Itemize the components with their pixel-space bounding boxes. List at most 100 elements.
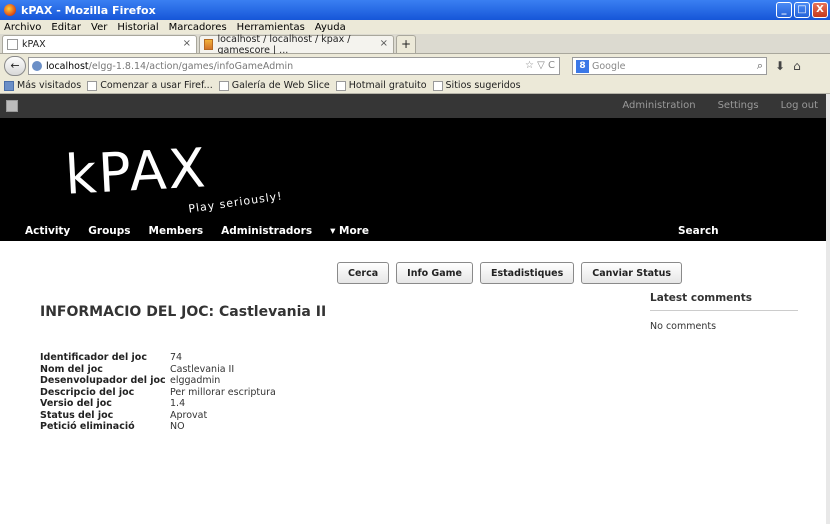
menu-bar: Archivo Editar Ver Historial Marcadores …	[0, 20, 830, 34]
tab-strip: kPAX × localhost / localhost / kpax / ga…	[0, 33, 830, 56]
url-host: localhost	[46, 60, 89, 72]
search-placeholder: Google	[592, 60, 626, 72]
info-value: Aprovat	[170, 409, 208, 421]
tab-label: localhost / localhost / kpax / gamescore…	[217, 33, 351, 56]
minimize-button[interactable]: _	[776, 2, 792, 18]
nav-more[interactable]: ▾ More	[330, 225, 369, 237]
bookmark-page-icon	[432, 80, 443, 91]
bookmark-item[interactable]: Hotmail gratuito	[335, 80, 427, 91]
phpmyadmin-favicon-icon	[204, 39, 214, 50]
info-row: Identificador del joc 74	[40, 352, 276, 364]
info-label: Desenvolupador del joc	[40, 375, 166, 386]
bookmark-label: Sitios sugeridos	[445, 80, 521, 91]
url-path: /elgg-1.8.14/action/games/infoGameAdmin	[88, 60, 294, 72]
info-label: Status del joc	[40, 409, 114, 421]
topbar-links: Administration Settings Log out	[622, 100, 818, 111]
page-content: Administration Settings Log out kPAX Pla…	[0, 94, 826, 524]
game-actions: Cerca Info Game Estadistiques Canviar St…	[337, 262, 683, 284]
tab-phpmyadmin[interactable]: localhost / localhost / kpax / gamescore…	[199, 33, 394, 56]
info-game-button[interactable]: Info Game	[396, 262, 473, 284]
game-info-table: Identificador del joc 74 Nom del joc Castl…	[40, 352, 276, 433]
site-search[interactable]: Search	[678, 225, 719, 237]
estadistiques-button[interactable]: Estadistiques	[479, 262, 575, 284]
url-bar[interactable]: localhost/elgg-1.8.14/action/games/infoG…	[28, 57, 560, 75]
info-row: Nom del joc Castlevania II	[40, 364, 276, 376]
administration-link[interactable]: Administration	[622, 100, 695, 111]
comments-sidebar: Latest comments No comments	[650, 292, 798, 332]
bookmark-label: Galería de Web Slice	[231, 80, 330, 91]
info-value: 1.4	[170, 398, 186, 409]
download-icon[interactable]: ⬇	[775, 59, 785, 73]
bookmark-folder-icon	[4, 80, 14, 91]
page-favicon-icon	[7, 39, 18, 50]
menu-historial[interactable]: Historial	[117, 22, 158, 33]
vertical-scrollbar[interactable]	[826, 94, 830, 524]
info-label: Identificador del joc	[40, 352, 147, 363]
menu-archivo[interactable]: Archivo	[4, 22, 41, 33]
search-icon[interactable]: ⌕	[757, 59, 763, 73]
info-row: Versio del joc 1.4	[40, 398, 276, 410]
window-titlebar: kPAX - Mozilla Firefox _ □ X	[0, 0, 830, 20]
url-tools-icons[interactable]: ☆ ▽ C	[525, 60, 555, 71]
bookmarks-bar: Más visitados Comenzar a usar Firef... G…	[0, 78, 830, 94]
nav-administradors[interactable]: Administradors	[221, 225, 312, 237]
firefox-logo-icon	[4, 4, 16, 16]
search-input[interactable]: 8 Google ⌕	[572, 57, 767, 75]
bookmark-item[interactable]: Sitios sugeridos	[432, 80, 521, 91]
site-logo[interactable]: kPAX	[63, 136, 208, 206]
info-label: Descripcio del joc	[40, 386, 135, 398]
site-identity-icon[interactable]	[32, 61, 42, 71]
tab-close-icon[interactable]: ×	[183, 38, 191, 49]
home-icon[interactable]: ⌂	[793, 59, 801, 73]
bookmark-item[interactable]: Galería de Web Slice	[218, 80, 330, 91]
bookmark-label: Hotmail gratuito	[348, 80, 427, 91]
page-title: INFORMACIO DEL JOC: Castlevania II	[40, 304, 327, 320]
info-row: Petició eliminació NO	[40, 421, 276, 433]
info-value: elggadmin	[170, 375, 221, 386]
tab-kpax[interactable]: kPAX ×	[2, 35, 197, 53]
maximize-button[interactable]: □	[794, 2, 810, 18]
bookmark-item[interactable]: Más visitados	[4, 80, 81, 91]
info-row: Status del joc Aprovat	[40, 410, 276, 422]
bookmark-label: Comenzar a usar Firef...	[100, 80, 213, 91]
menu-ayuda[interactable]: Ayuda	[315, 22, 346, 33]
bookmark-item[interactable]: Comenzar a usar Firef...	[87, 80, 213, 91]
canviar-status-button[interactable]: Canviar Status	[581, 262, 683, 284]
tab-label: kPAX	[22, 39, 46, 50]
info-row: Descripcio del joc Per millorar escriptur…	[40, 387, 276, 399]
menu-marcadores[interactable]: Marcadores	[169, 22, 227, 33]
info-label: Versio del joc	[40, 398, 112, 409]
info-row: Desenvolupador del joc elggadmin	[40, 375, 276, 387]
no-comments-text: No comments	[650, 321, 717, 332]
main-nav: Activity Groups Members Administradors ▾…	[25, 225, 369, 237]
latest-comments-heading: Latest comments	[650, 292, 798, 311]
nav-members[interactable]: Members	[149, 225, 204, 237]
window-controls: _ □ X	[776, 2, 828, 18]
bookmark-page-icon	[335, 80, 346, 91]
navigation-bar: ← localhost/elgg-1.8.14/action/games/inf…	[0, 54, 830, 78]
elgg-topbar: Administration Settings Log out	[0, 94, 826, 118]
bookmark-label: Más visitados	[17, 80, 82, 91]
info-value: NO	[170, 421, 185, 432]
back-button[interactable]: ←	[4, 56, 26, 76]
nav-activity[interactable]: Activity	[25, 225, 70, 237]
tab-close-icon[interactable]: ×	[380, 38, 388, 49]
cerca-button[interactable]: Cerca	[337, 262, 390, 284]
menu-editar[interactable]: Editar	[51, 22, 81, 33]
bookmark-page-icon	[218, 80, 229, 91]
window-title: kPAX - Mozilla Firefox	[21, 3, 156, 17]
elgg-logo-icon[interactable]	[6, 100, 18, 112]
info-label: Nom del joc	[40, 363, 103, 375]
settings-link[interactable]: Settings	[718, 100, 759, 111]
close-window-button[interactable]: X	[812, 2, 828, 18]
new-tab-button[interactable]: +	[396, 35, 416, 53]
info-label: Petició eliminació	[40, 421, 135, 432]
site-header: kPAX Play seriously! Activity Groups Mem…	[0, 118, 826, 241]
search-engine-icon[interactable]: 8	[576, 59, 589, 73]
menu-ver[interactable]: Ver	[91, 22, 107, 33]
logout-link[interactable]: Log out	[781, 100, 818, 111]
info-value: Castlevania II	[170, 363, 235, 375]
menu-herramientas[interactable]: Herramientas	[237, 22, 305, 33]
bookmark-page-icon	[87, 80, 98, 91]
nav-groups[interactable]: Groups	[88, 225, 130, 237]
